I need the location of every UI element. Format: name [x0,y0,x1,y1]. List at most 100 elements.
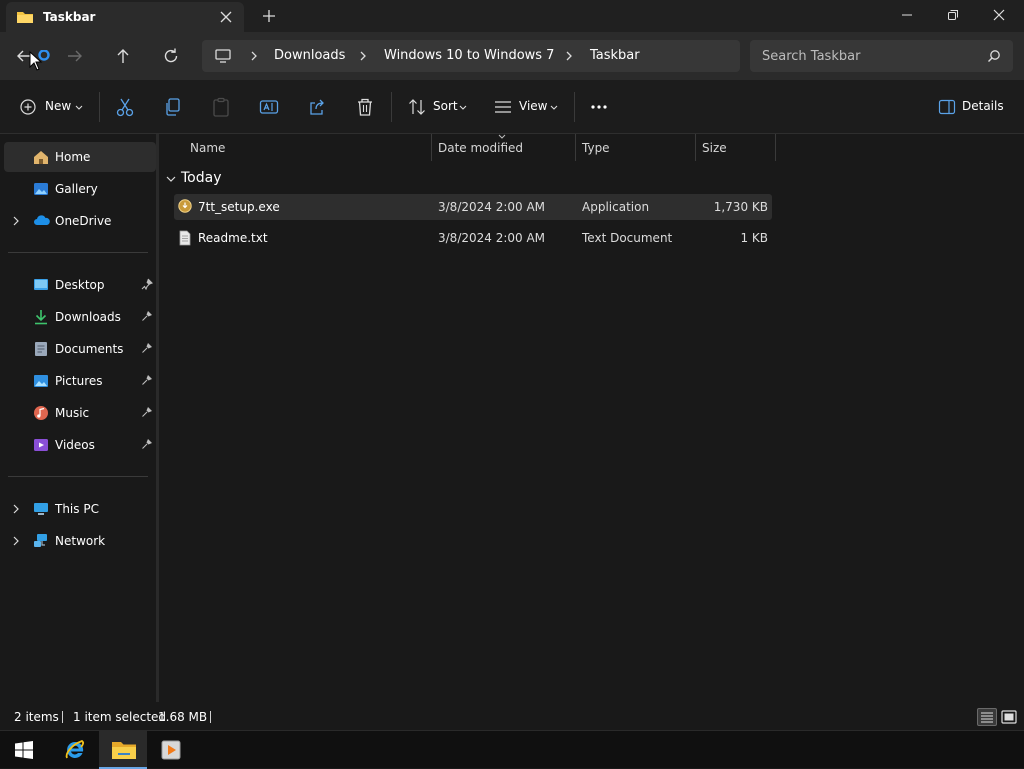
sidebar-scrollbar[interactable] [156,134,159,702]
search-input[interactable] [760,40,980,72]
file-name: Readme.txt [198,231,268,245]
chevron-right-icon[interactable] [249,50,259,62]
sort-chevron-icon [498,134,506,139]
copy-icon[interactable] [164,97,182,117]
file-explorer-icon [112,742,136,759]
separator [574,92,575,122]
breadcrumb-downloads[interactable]: Downloads [274,48,345,63]
delete-icon[interactable] [356,97,374,117]
breadcrumb-taskbar[interactable]: Taskbar [590,48,640,63]
tab-taskbar[interactable]: Taskbar [6,2,244,32]
chevron-right-icon[interactable] [564,50,574,62]
sidebar-separator [8,252,148,253]
sidebar-item-label: Home [55,150,91,164]
network-icon [33,533,49,549]
taskbar-file-explorer[interactable] [99,731,147,769]
up-icon[interactable] [114,47,132,65]
sidebar-item-downloads[interactable]: Downloads [4,302,156,332]
cut-icon[interactable] [116,97,134,117]
file-date: 3/8/2024 2:00 AM [438,231,546,245]
navigation-bar: Downloads Windows 10 to Windows 7 Taskba… [0,32,1024,80]
more-icon[interactable] [590,97,608,117]
column-header-size[interactable]: Size [696,134,776,161]
new-button[interactable]: New [20,97,84,117]
chevron-right-icon[interactable] [12,216,20,226]
chevron-down-icon [550,105,558,110]
chevron-right-icon[interactable] [358,50,368,62]
sidebar-item-gallery[interactable]: Gallery [4,174,156,204]
pin-icon[interactable] [141,438,153,450]
file-row[interactable]: Readme.txt 3/8/2024 2:00 AM Text Documen… [174,225,772,251]
column-header-name[interactable]: Name [184,134,432,161]
pin-icon[interactable] [141,374,153,386]
details-view-icon[interactable] [977,708,997,726]
sidebar-item-label: This PC [55,502,99,516]
breadcrumb-windows-10-to-windows-7[interactable]: Windows 10 to Windows 7 [384,48,554,63]
media-player-icon [161,740,181,760]
chevron-down-icon [166,176,176,182]
setup-exe-icon [178,199,192,213]
address-bar[interactable]: Downloads Windows 10 to Windows 7 Taskba… [202,40,740,72]
search-icon[interactable] [987,49,1001,63]
chevron-down-icon [75,105,83,110]
restore-icon [948,10,958,20]
close-tab-icon[interactable] [219,10,233,24]
file-type: Application [582,200,650,214]
column-header-date-modified[interactable]: Date modified [432,134,576,161]
sidebar-item-this-pc[interactable]: This PC [4,494,156,524]
chevron-right-icon[interactable] [12,504,20,514]
sidebar-item-label: Pictures [55,374,103,388]
sort-label: Sort [433,99,458,113]
desktop-icon [33,277,49,293]
pictures-icon [33,373,49,389]
search-box[interactable] [750,40,1013,72]
tab-label: Taskbar [43,10,96,24]
minimize-button[interactable] [884,0,930,30]
refresh-icon[interactable] [162,47,180,65]
taskbar-internet-explorer[interactable] [51,731,99,769]
pin-icon[interactable] [141,278,153,290]
view-button[interactable]: View [494,97,560,117]
column-header-label: Type [582,141,610,155]
taskbar-media-player[interactable] [147,731,195,769]
minimize-icon [902,14,912,16]
file-row[interactable]: 7tt_setup.exe 3/8/2024 2:00 AM Applicati… [174,194,772,220]
pin-icon[interactable] [141,310,153,322]
pin-icon[interactable] [141,342,153,354]
sidebar-item-desktop[interactable]: Desktop [4,270,156,300]
column-header-type[interactable]: Type [576,134,696,161]
pin-icon[interactable] [141,406,153,418]
file-name: 7tt_setup.exe [198,200,280,214]
close-window-button[interactable] [976,0,1022,30]
sort-button[interactable]: Sort [408,97,470,117]
share-icon[interactable] [308,97,326,117]
home-icon [33,149,49,165]
forward-icon[interactable] [66,47,84,65]
file-size: 1 KB [740,231,768,245]
restore-button[interactable] [930,0,976,30]
chevron-right-icon[interactable] [12,536,20,546]
view-icon [495,101,511,113]
sidebar-item-label: Desktop [55,278,105,292]
sidebar-item-pictures[interactable]: Pictures [4,366,156,396]
file-type: Text Document [582,231,673,245]
sidebar-item-label: Music [55,406,90,420]
sidebar-item-videos[interactable]: Videos [4,430,156,460]
start-button[interactable] [0,731,48,769]
column-header-label: Size [702,141,727,155]
taskbar [0,730,1024,769]
sidebar-item-music[interactable]: Music [4,398,156,428]
rename-icon[interactable] [259,97,279,117]
column-header-label: Name [190,141,226,155]
sidebar-item-network[interactable]: Network [4,526,156,556]
sidebar-item-documents[interactable]: Documents [4,334,156,364]
new-tab-icon[interactable] [262,9,276,23]
details-button[interactable]: Details [938,97,1008,117]
paste-icon[interactable] [212,97,230,117]
gallery-icon [33,181,49,197]
sidebar-item-onedrive[interactable]: OneDrive [4,206,156,236]
new-label: New [45,99,72,113]
large-icons-view-icon[interactable] [999,708,1019,726]
new-plus-icon [20,99,36,115]
sidebar-item-home[interactable]: Home [4,142,156,172]
